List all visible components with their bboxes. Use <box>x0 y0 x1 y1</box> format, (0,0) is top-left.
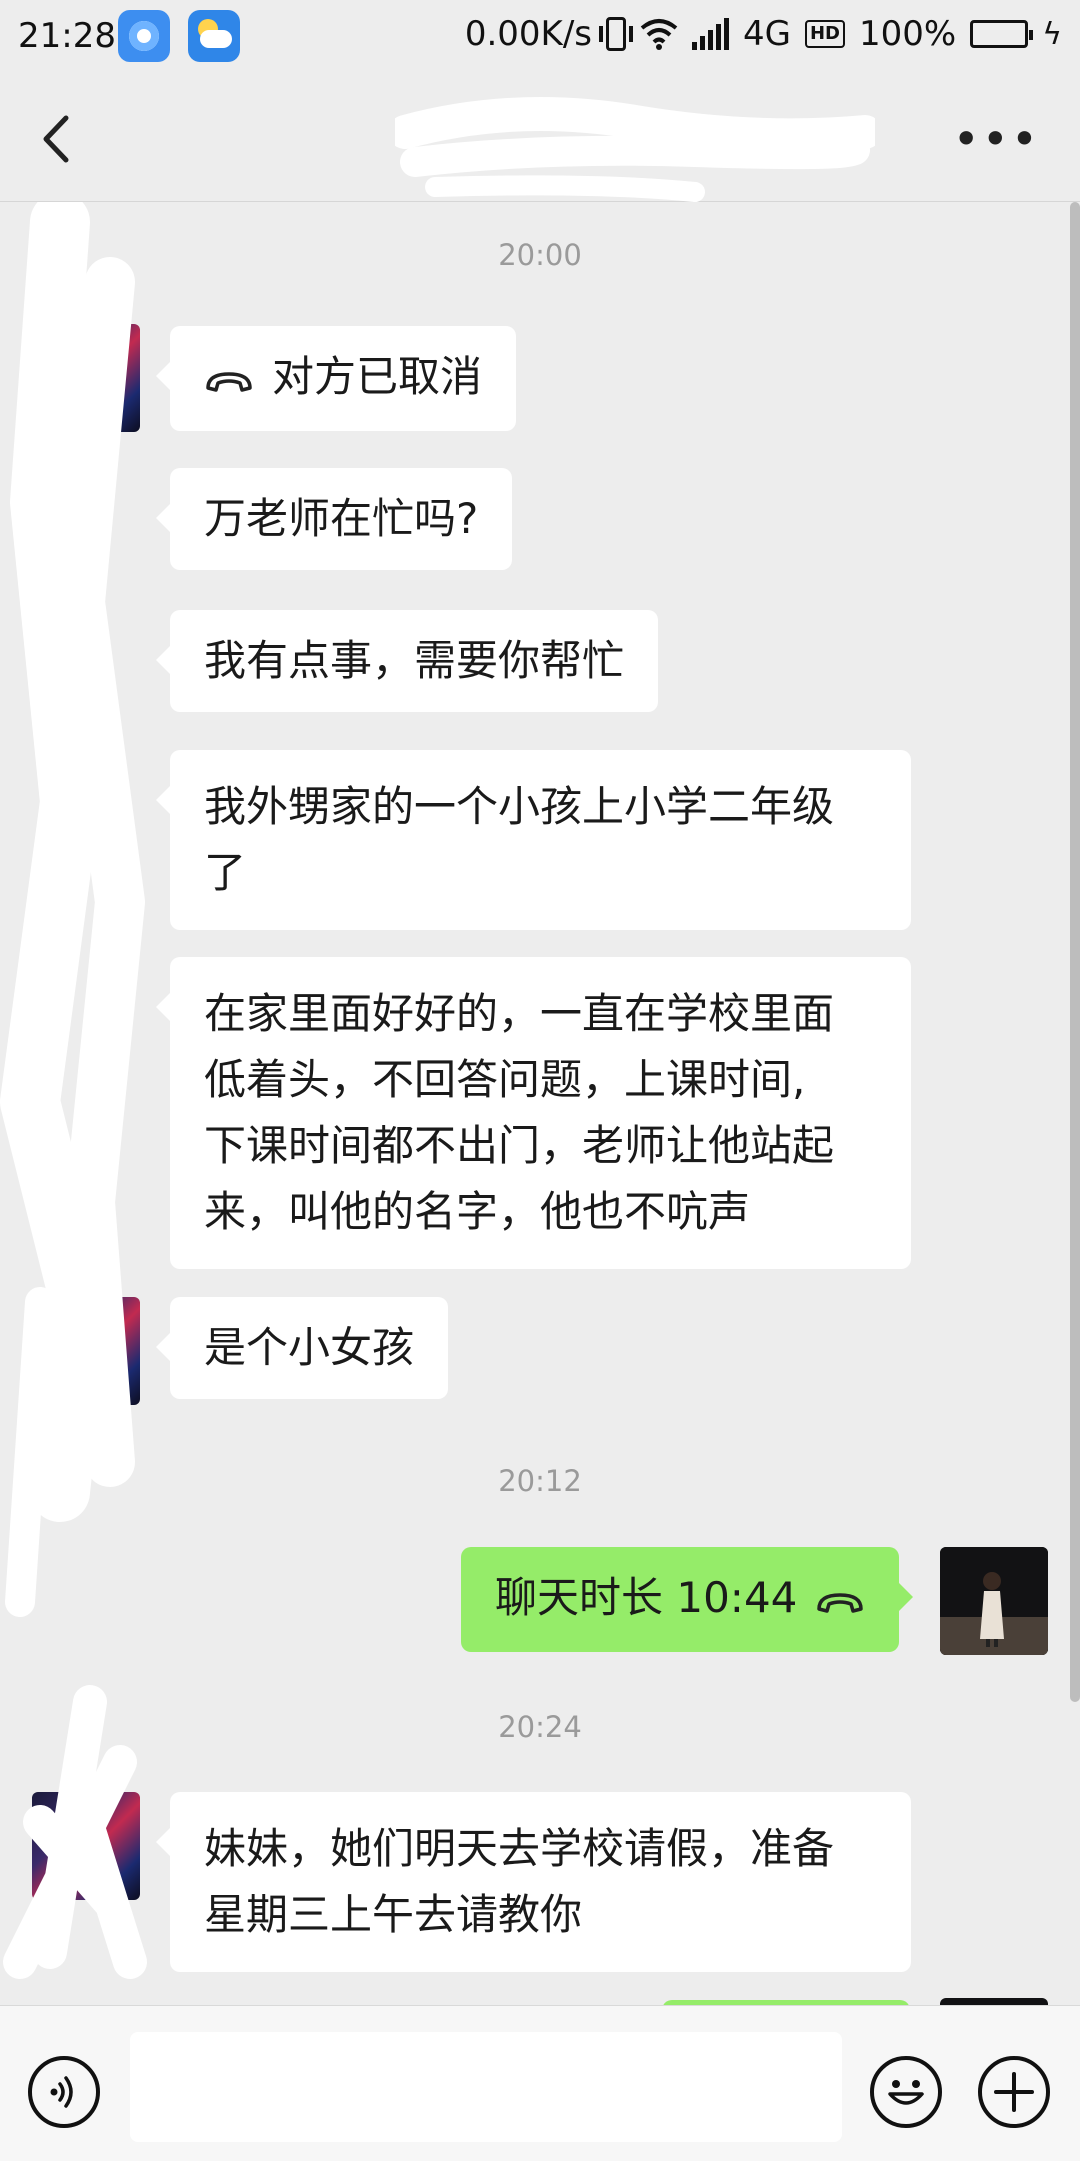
battery-percent: 100% <box>859 14 957 54</box>
signal-icon <box>692 18 729 50</box>
chevron-left-icon[interactable] <box>36 114 76 164</box>
message-bubble[interactable]: 妹妹，她们明天去学校请假，准备 星期三上午去请教你 <box>156 1792 911 1972</box>
phone-hangup-icon <box>204 347 254 413</box>
message-bubble[interactable]: 在家里面好好的，一直在学校里面 低着头，不回答问题，上课时间, 下课时间都不出门… <box>156 957 911 1269</box>
browser-app-icon <box>118 10 170 62</box>
plus-icon[interactable] <box>978 2056 1050 2128</box>
network-type: 4G <box>743 14 791 54</box>
vibrate-icon <box>599 17 633 51</box>
call-cancelled-message[interactable]: 对方已取消 <box>155 326 517 431</box>
message-input[interactable] <box>130 2032 842 2142</box>
message-bubble[interactable]: 我外甥家的一个小孩上小学二年级 了 <box>156 750 911 930</box>
status-right-group: 0.00K/s 4G HD 100% ϟ <box>465 14 1062 54</box>
call-duration-message[interactable]: 聊天时长 10:44 <box>461 1547 914 1652</box>
chat-message-list[interactable]: 20:00 对方已取消 万老师在忙吗? 我有点事，需要你帮忙 我外甥家的一个小孩… <box>0 202 1080 2005</box>
my-avatar[interactable] <box>940 1998 1048 2005</box>
message-bubble[interactable]: 我有点事，需要你帮忙 <box>155 610 659 712</box>
wifi-icon <box>640 18 678 50</box>
status-time: 21:28 <box>18 16 116 56</box>
message-bubble[interactable]: 是个小女孩 <box>155 1297 449 1399</box>
more-icon[interactable]: ••• <box>953 116 1040 162</box>
hd-badge: HD <box>804 20 845 48</box>
my-avatar[interactable] <box>940 1547 1048 1655</box>
chat-header: ••• <box>0 76 1080 202</box>
phone-hangup-icon <box>815 1568 865 1634</box>
voice-icon[interactable] <box>28 2056 100 2128</box>
emoji-icon[interactable] <box>870 2056 942 2128</box>
status-bar: 21:28 0.00K/s 4G HD 100% ϟ <box>0 0 1080 76</box>
charging-icon: ϟ <box>1042 16 1062 52</box>
weather-app-icon <box>188 10 240 62</box>
input-bar <box>0 2005 1080 2161</box>
avatar-redaction <box>0 202 147 1979</box>
battery-icon <box>970 20 1034 48</box>
network-speed: 0.00K/s <box>464 14 592 54</box>
message-bubble[interactable]: 万老师在忙吗? <box>155 468 513 570</box>
title-redaction <box>395 97 875 202</box>
